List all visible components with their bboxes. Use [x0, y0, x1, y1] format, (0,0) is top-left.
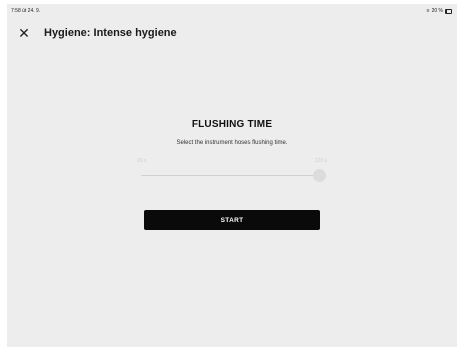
- battery-level: [446, 9, 447, 13]
- slider-fill: [141, 175, 319, 176]
- start-button[interactable]: START: [144, 210, 320, 230]
- status-time-date: 7:58 út 24. 9.: [11, 8, 41, 14]
- battery-icon: [445, 8, 452, 14]
- slider-track[interactable]: [141, 175, 319, 176]
- header: ✕ Hygiene: Intense hygiene: [7, 20, 457, 46]
- page-title: Hygiene: Intense hygiene: [44, 27, 177, 39]
- slider-thumb[interactable]: [313, 169, 326, 182]
- status-bar: 7:58 út 24. 9. ≡ 20 %: [7, 4, 457, 16]
- flushing-time-slider[interactable]: 20 s 120 s: [137, 158, 327, 186]
- battery-percent: 20 %: [431, 8, 443, 14]
- wifi-icon: ≡: [426, 8, 430, 14]
- flushing-time-panel: FLUSHING TIME Select the instrument hose…: [7, 119, 457, 230]
- status-indicators: ≡ 20 %: [427, 8, 452, 14]
- slider-min-label: 20 s: [137, 158, 147, 164]
- app-screen: 7:58 út 24. 9. ≡ 20 % ✕ Hygiene: Intense…: [7, 4, 457, 347]
- close-icon: ✕: [18, 24, 30, 41]
- section-heading: FLUSHING TIME: [191, 119, 273, 130]
- close-button[interactable]: ✕: [14, 23, 34, 43]
- slider-max-label: 120 s: [314, 158, 327, 164]
- section-subtitle: Select the instrument hoses flushing tim…: [176, 140, 288, 146]
